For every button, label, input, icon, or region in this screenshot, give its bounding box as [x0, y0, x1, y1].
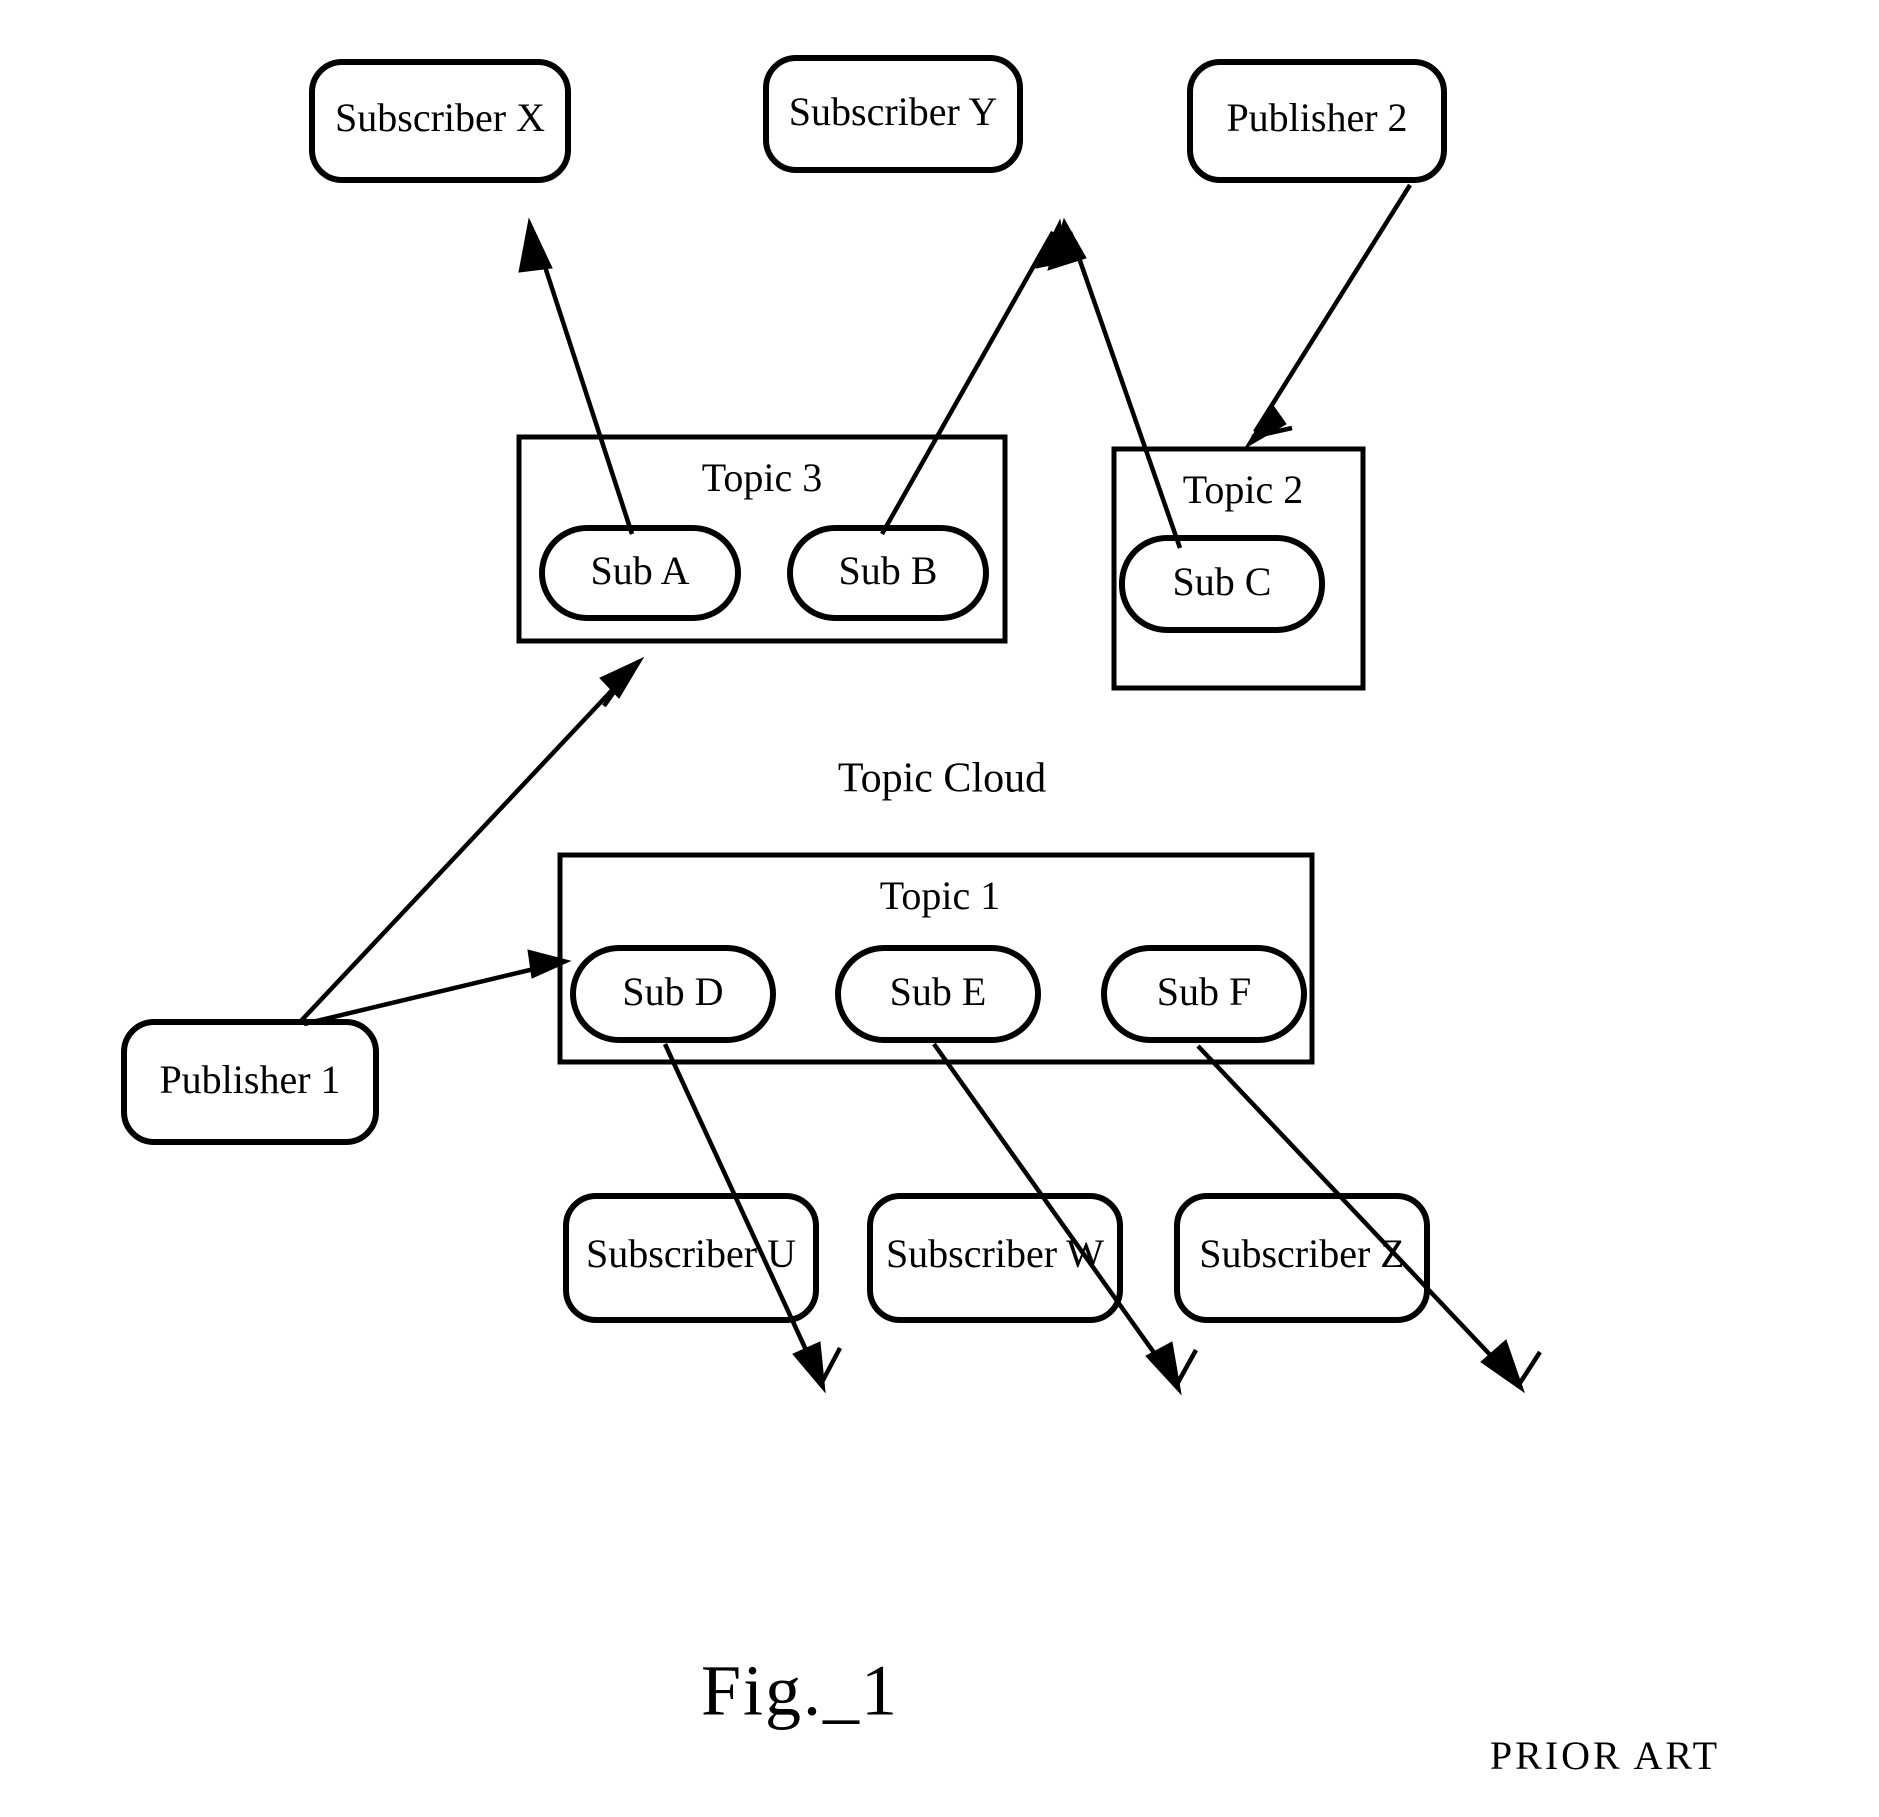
sub-e-label: Sub E — [890, 969, 987, 1014]
subscriber-u-label: Subscriber U — [586, 1231, 796, 1276]
publisher-1-label: Publisher 1 — [159, 1057, 340, 1102]
topic-cloud-shape — [197, 258, 1564, 1228]
subscriber-z-label: Subscriber Z — [1199, 1231, 1405, 1276]
topic-cloud-label: Topic Cloud — [838, 756, 1046, 802]
topic-1-label: Topic 1 — [880, 873, 1001, 918]
publisher-2-label: Publisher 2 — [1226, 95, 1407, 140]
subscriber-x-label: Subscriber X — [335, 95, 545, 140]
topic-3-label: Topic 3 — [702, 455, 823, 500]
figure-caption: Fig._1 — [701, 1651, 899, 1731]
subscriber-y-label: Subscriber Y — [789, 89, 997, 134]
sub-b-label: Sub B — [839, 548, 938, 593]
sub-d-label: Sub D — [622, 969, 723, 1014]
topic-2-label: Topic 2 — [1183, 467, 1304, 512]
sub-c-label: Sub C — [1173, 559, 1272, 604]
sub-a-label: Sub A — [591, 548, 690, 593]
figure-canvas: Subscriber X Subscriber Y Publisher 2 Pu… — [0, 0, 1879, 1817]
prior-art-annotation: PRIOR ART — [1490, 1733, 1720, 1778]
sub-f-label: Sub F — [1157, 969, 1252, 1014]
prior-art-pubsub-diagram: Subscriber X Subscriber Y Publisher 2 Pu… — [121, 55, 1720, 1778]
